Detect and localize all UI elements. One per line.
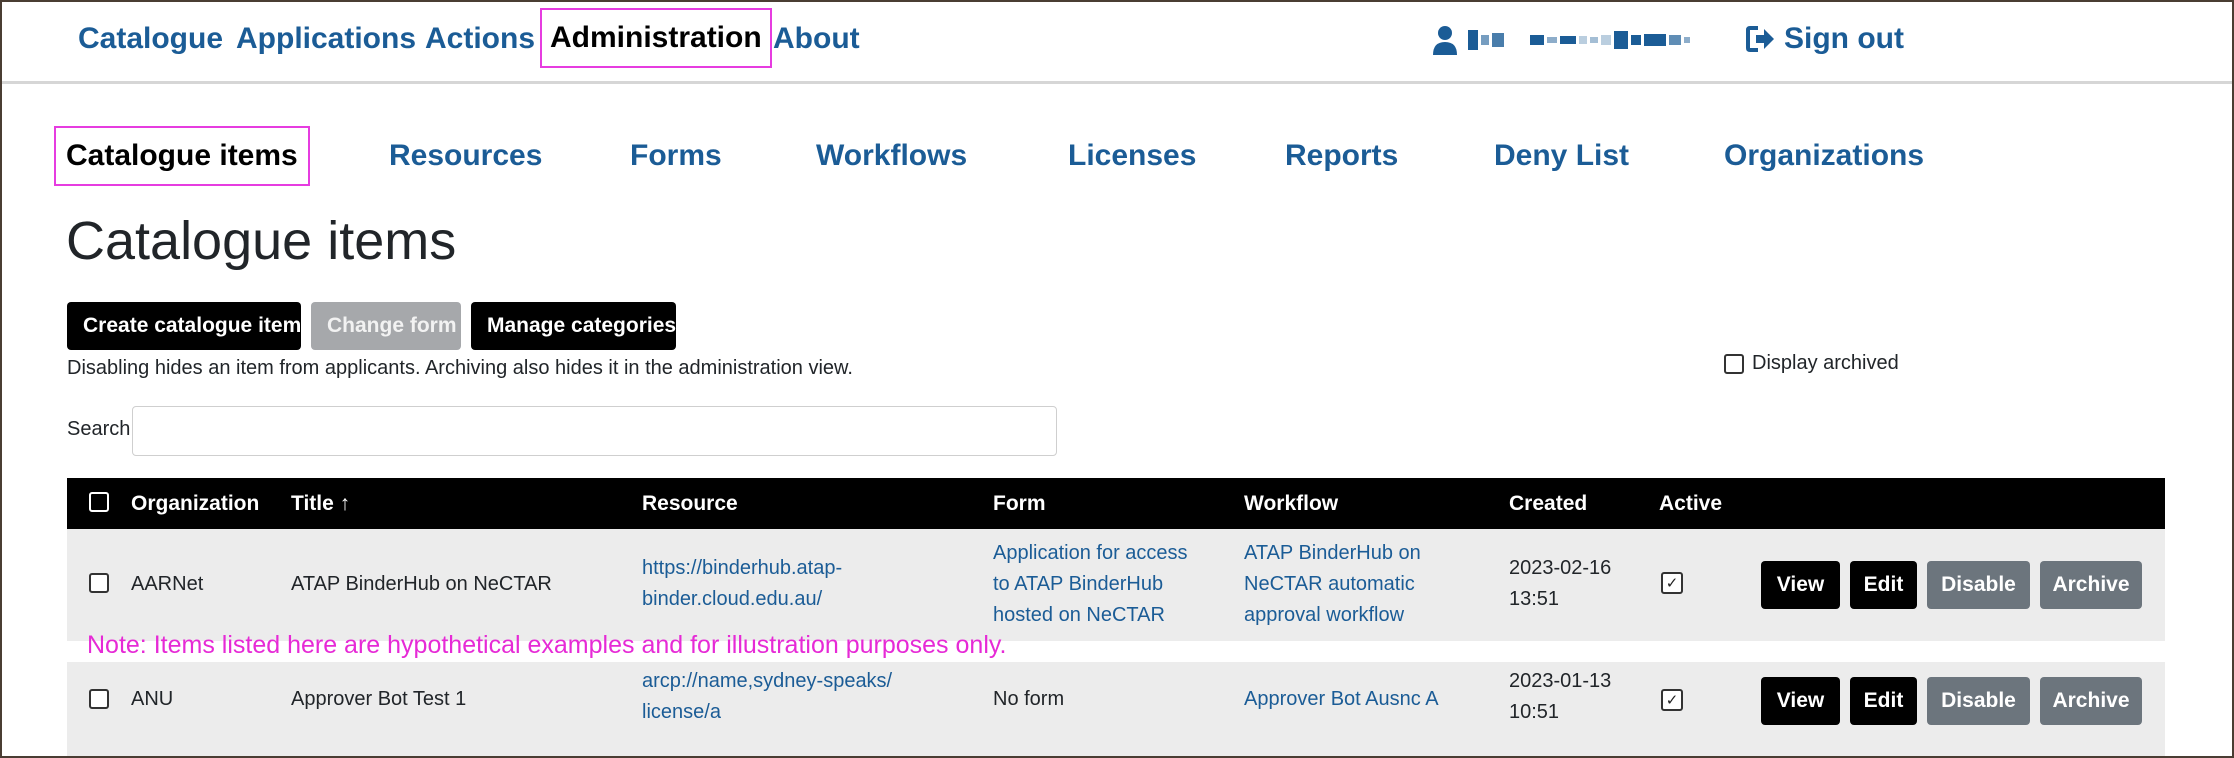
create-catalogue-item-button[interactable]: Create catalogue item (67, 302, 301, 350)
cell-workflow-link[interactable]: Approver Bot Ausnc A (1244, 684, 1439, 715)
disable-button[interactable]: Disable (1927, 677, 2030, 725)
row-checkbox[interactable] (89, 689, 109, 709)
sign-out-icon (1746, 25, 1776, 53)
tab-resources[interactable]: Resources (389, 134, 542, 178)
edit-button[interactable]: Edit (1850, 677, 1917, 725)
nav-actions[interactable]: Actions (425, 17, 535, 61)
cell-form: No form (993, 688, 1065, 710)
sign-out-label: Sign out (1784, 22, 1904, 55)
top-navigation: Catalogue Applications Actions Administr… (0, 0, 2234, 84)
workflow-line: approval workflow (1244, 604, 1405, 626)
change-form-button[interactable]: Change form (311, 302, 461, 350)
created-time: 13:51 (1509, 588, 1560, 610)
tab-reports[interactable]: Reports (1285, 134, 1398, 178)
nav-administration[interactable]: Administration (540, 8, 772, 68)
display-archived-label: Display archived (1752, 352, 1899, 374)
tab-deny-list[interactable]: Deny List (1494, 134, 1629, 178)
tab-organizations[interactable]: Organizations (1724, 134, 1924, 178)
created-date: 2023-02-16 (1509, 557, 1612, 579)
workflow-line: NeCTAR automatic (1244, 573, 1415, 595)
cell-organization: AARNet (131, 573, 204, 595)
user-menu[interactable] (1432, 22, 1690, 58)
edit-button[interactable]: Edit (1850, 561, 1917, 609)
form-line: Application for access (993, 542, 1188, 564)
nav-about[interactable]: About (773, 17, 860, 61)
active-check-icon: ✓ (1661, 572, 1683, 594)
form-line: to ATAP BinderHub (993, 573, 1164, 595)
page-title: Catalogue items (66, 211, 457, 271)
cell-form-link[interactable]: Application for access to ATAP BinderHub… (993, 538, 1188, 631)
archive-button[interactable]: Archive (2040, 677, 2142, 725)
cell-organization: ANU (131, 688, 174, 710)
tab-forms[interactable]: Forms (630, 134, 722, 178)
tab-workflows[interactable]: Workflows (816, 134, 967, 178)
column-active[interactable]: Active (1659, 478, 1722, 529)
resource-line: binder.cloud.edu.au/ (642, 588, 823, 610)
tab-catalogue-items[interactable]: Catalogue items (54, 126, 310, 186)
help-text: Disabling hides an item from applicants.… (67, 357, 853, 379)
select-all-checkbox[interactable] (89, 492, 109, 512)
display-archived-checkbox[interactable] (1724, 353, 1744, 374)
illustration-note: Note: Items listed here are hypothetical… (87, 631, 1007, 659)
display-archived-toggle[interactable]: Display archived (1724, 352, 1899, 375)
column-created[interactable]: Created (1509, 478, 1587, 529)
resource-line: arcp://name,sydney-speaks/ (642, 670, 893, 692)
column-workflow[interactable]: Workflow (1244, 478, 1338, 529)
search-label: Search (67, 418, 131, 440)
cell-resource-link[interactable]: arcp://name,sydney-speaks/ license/a (642, 666, 892, 728)
column-organization[interactable]: Organization (131, 478, 259, 529)
disable-button[interactable]: Disable (1927, 561, 2030, 609)
table-row: AARNet ATAP BinderHub on NeCTAR https://… (67, 529, 2165, 641)
nav-catalogue[interactable]: Catalogue (78, 17, 223, 61)
active-check-icon: ✓ (1661, 689, 1683, 711)
created-date: 2023-01-13 (1509, 670, 1612, 692)
cell-created: 2023-02-16 13:51 (1509, 553, 1611, 615)
workflow-line: ATAP BinderHub on (1244, 542, 1421, 564)
search-input[interactable] (132, 406, 1057, 456)
created-time: 10:51 (1509, 701, 1560, 723)
column-form[interactable]: Form (993, 478, 1046, 529)
redacted-username (1468, 30, 1690, 50)
view-button[interactable]: View (1761, 677, 1840, 725)
sign-out-link[interactable]: Sign out (1746, 17, 1904, 61)
table-header: Organization Title ↑ Resource Form Workf… (67, 478, 2165, 529)
nav-applications[interactable]: Applications (236, 17, 416, 61)
cell-title: Approver Bot Test 1 (291, 688, 467, 710)
table-row: ANU Approver Bot Test 1 arcp://name,sydn… (67, 662, 2165, 758)
form-line: hosted on NeCTAR (993, 604, 1165, 626)
row-checkbox[interactable] (89, 573, 109, 593)
user-icon (1432, 25, 1458, 55)
column-title[interactable]: Title ↑ (291, 478, 350, 529)
cell-workflow-link[interactable]: ATAP BinderHub on NeCTAR automatic appro… (1244, 538, 1421, 631)
view-button[interactable]: View (1761, 561, 1840, 609)
archive-button[interactable]: Archive (2040, 561, 2142, 609)
resource-line: license/a (642, 701, 721, 723)
cell-title: ATAP BinderHub on NeCTAR (291, 573, 552, 595)
tab-licenses[interactable]: Licenses (1068, 134, 1196, 178)
manage-categories-button[interactable]: Manage categories (471, 302, 676, 350)
resource-line: https://binderhub.atap- (642, 557, 843, 579)
cell-created: 2023-01-13 10:51 (1509, 666, 1611, 728)
column-resource[interactable]: Resource (642, 478, 738, 529)
cell-resource-link[interactable]: https://binderhub.atap- binder.cloud.edu… (642, 553, 842, 615)
